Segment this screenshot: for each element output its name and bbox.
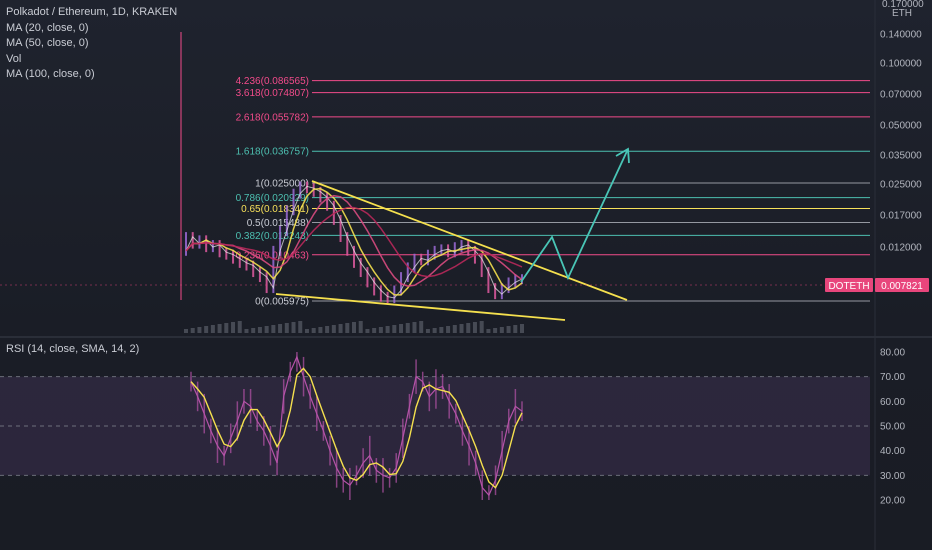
volume-bar-39: [446, 326, 451, 333]
volume-bar-12: [264, 326, 269, 333]
volume-bar-45: [486, 329, 491, 333]
price-tick-7: 0.012000: [880, 243, 922, 254]
volume-bar-46: [493, 328, 498, 333]
volume-bar-14: [278, 324, 283, 333]
volume-bar-3: [204, 326, 209, 333]
volume-bar-11: [257, 327, 262, 333]
price-chart[interactable]: 4.236(0.086565)3.618(0.074807) 2.618(0.05…: [0, 0, 932, 550]
volume-bar-5: [217, 324, 222, 333]
volume-bar-34: [412, 322, 417, 333]
projection-arrow: [520, 148, 629, 283]
volume-bar-47: [499, 327, 504, 333]
volume-bar-30: [385, 326, 390, 333]
upper-trendline: [311, 180, 628, 301]
volume-bar-0: [184, 329, 188, 333]
price-tag-text: 0.007821: [881, 281, 923, 292]
price-tick-4: 0.035000: [880, 151, 922, 162]
fib-label-2: 2.618(0.055782): [236, 112, 309, 123]
volume-bar-10: [251, 328, 256, 333]
volume-bar-40: [452, 325, 457, 333]
volume-bar-32: [399, 324, 404, 333]
rsi-tick-3: 50.00: [880, 422, 905, 433]
symbol-tag-text: DOTETH: [828, 281, 869, 292]
volume-bar-19: [311, 328, 316, 333]
volume-bar-9: [244, 329, 249, 333]
volume-bar-16: [291, 322, 296, 333]
price-tick-2: 0.070000: [880, 90, 922, 101]
rsi-legend[interactable]: RSI (14, close, SMA, 14, 2): [6, 343, 139, 355]
rsi-tick-2: 60.00: [880, 397, 905, 408]
chart-title: Polkadot / Ethereum, 1D, KRAKEN: [6, 6, 178, 18]
rsi-tick-0: 80.00: [880, 348, 905, 359]
volume-bar-21: [325, 326, 330, 333]
volume-bar-42: [466, 323, 471, 333]
fib-label-7: 0.5(0.015488): [247, 218, 309, 229]
rsi-tick-5: 30.00: [880, 471, 905, 482]
volume-bar-1: [190, 328, 195, 333]
rsi-tick-4: 40.00: [880, 446, 905, 457]
volume-bar-33: [405, 323, 410, 333]
volume-bar-2: [197, 327, 202, 333]
price-tick-3: 0.050000: [880, 121, 922, 132]
rsi-tick-1: 70.00: [880, 372, 905, 383]
price-axis-unit: ETH: [892, 8, 912, 19]
fib-label-1: 3.618(0.074807): [236, 88, 309, 99]
volume-bar-18: [304, 329, 309, 333]
volume-bar-15: [284, 323, 289, 333]
chart-window: 4.236(0.086565) 3.618(0.074807) 2.618(0.05…: [0, 0, 932, 550]
volume-bar-50: [520, 324, 524, 333]
fib-label-10: 0(0.005975): [255, 297, 309, 308]
volume-bar-6: [224, 323, 229, 333]
volume-bar-27: [365, 329, 370, 333]
volume-bar-31: [392, 325, 397, 333]
volume-bar-25: [352, 322, 356, 333]
price-tick-6: 0.017000: [880, 211, 922, 222]
indicator-legend: Polkadot / Ethereum, 1D, KRAKEN MA (20, …: [6, 5, 177, 83]
volume-bar-44: [479, 321, 484, 333]
volume-bar-24: [345, 323, 350, 333]
fib-label-0: 4.236(0.086565): [236, 76, 309, 87]
lower-trendline: [275, 293, 566, 321]
volume-bar-41: [459, 324, 464, 333]
volume-bar-4: [210, 325, 215, 333]
price-tick-1: 0.100000: [880, 59, 922, 70]
rsi-tick-6: 20.00: [880, 496, 905, 507]
volume-bar-8: [237, 321, 242, 333]
volume-bar-22: [331, 325, 336, 333]
volume-bar-43: [472, 322, 477, 333]
volume-bar-38: [439, 327, 444, 333]
volume-bar-13: [271, 325, 276, 333]
price-tick-0: 0.140000: [880, 30, 922, 41]
volume-bar-36: [425, 329, 430, 333]
fib-label-3: 1.618(0.036757): [236, 147, 309, 158]
volume-bar-29: [378, 327, 383, 333]
volume-bar-20: [318, 327, 323, 333]
volume-bar-23: [338, 324, 343, 333]
legend-ma100[interactable]: MA (100, close, 0): [6, 67, 177, 83]
volume-bar-26: [358, 321, 363, 333]
volume-bar-7: [231, 322, 236, 333]
legend-ma20[interactable]: MA (20, close, 0): [6, 21, 177, 37]
legend-ma50[interactable]: MA (50, close, 0): [6, 36, 177, 52]
volume-bar-48: [506, 326, 511, 333]
volume-bar-49: [513, 325, 518, 333]
volume-bar-28: [372, 328, 377, 333]
price-tick-5: 0.025000: [880, 180, 922, 191]
volume-bar-17: [298, 321, 303, 333]
volume-bar-35: [419, 321, 424, 333]
volume-bar-37: [432, 328, 437, 333]
fib-label-8: 0.382(0.013243): [236, 231, 309, 242]
legend-vol[interactable]: Vol: [6, 52, 177, 68]
